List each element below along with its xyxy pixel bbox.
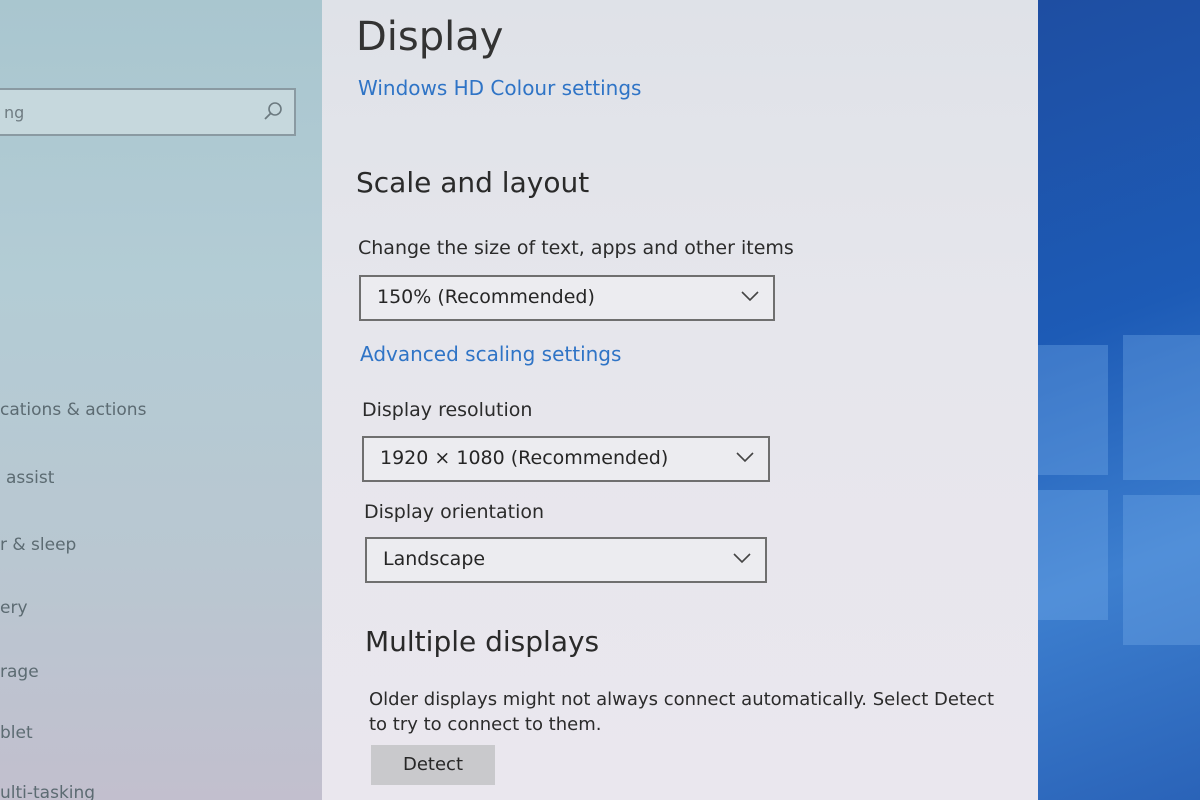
advanced-scaling-link[interactable]: Advanced scaling settings xyxy=(360,342,621,366)
windows-logo-pane xyxy=(1038,345,1108,475)
chevron-down-icon xyxy=(736,452,754,463)
windows-logo-pane xyxy=(1123,495,1200,645)
search-input-text: ng xyxy=(4,103,25,122)
sidebar-item-multitasking[interactable]: ulti-tasking xyxy=(0,783,95,800)
text-size-label: Change the size of text, apps and other … xyxy=(358,237,794,259)
page-title: Display xyxy=(356,14,504,60)
desktop-wallpaper xyxy=(1038,0,1200,800)
settings-sidebar: ng cations & actions assist r & sleep er… xyxy=(0,0,322,800)
sidebar-item-storage[interactable]: rage xyxy=(0,662,39,682)
resolution-dropdown[interactable]: 1920 × 1080 (Recommended) xyxy=(362,436,770,482)
detect-description-line2: to try to connect to them. xyxy=(369,714,602,735)
scale-layout-heading: Scale and layout xyxy=(356,166,590,199)
detect-button[interactable]: Detect xyxy=(371,745,495,785)
display-settings-panel: Display Windows HD Colour settings Scale… xyxy=(322,0,1038,800)
search-icon[interactable] xyxy=(262,100,284,122)
orientation-dropdown-value: Landscape xyxy=(383,548,486,570)
hd-colour-settings-link[interactable]: Windows HD Colour settings xyxy=(358,76,641,100)
search-input[interactable]: ng xyxy=(0,88,296,136)
chevron-down-icon xyxy=(733,553,751,564)
orientation-dropdown[interactable]: Landscape xyxy=(365,537,767,583)
windows-logo-pane xyxy=(1038,490,1108,620)
scale-dropdown-value: 150% (Recommended) xyxy=(377,286,595,308)
orientation-label: Display orientation xyxy=(364,501,545,523)
scale-dropdown[interactable]: 150% (Recommended) xyxy=(359,275,775,321)
resolution-label: Display resolution xyxy=(362,399,533,421)
sidebar-item-focus-assist[interactable]: assist xyxy=(6,468,54,488)
multiple-displays-heading: Multiple displays xyxy=(365,625,600,658)
resolution-dropdown-value: 1920 × 1080 (Recommended) xyxy=(380,447,669,469)
windows-logo-pane xyxy=(1123,335,1200,480)
sidebar-item-battery[interactable]: ery xyxy=(0,598,28,618)
detect-description-line1: Older displays might not always connect … xyxy=(369,689,995,710)
sidebar-item-power-sleep[interactable]: r & sleep xyxy=(0,535,76,555)
sidebar-item-tablet[interactable]: blet xyxy=(0,723,33,743)
sidebar-item-notifications[interactable]: cations & actions xyxy=(0,400,146,420)
chevron-down-icon xyxy=(741,291,759,302)
